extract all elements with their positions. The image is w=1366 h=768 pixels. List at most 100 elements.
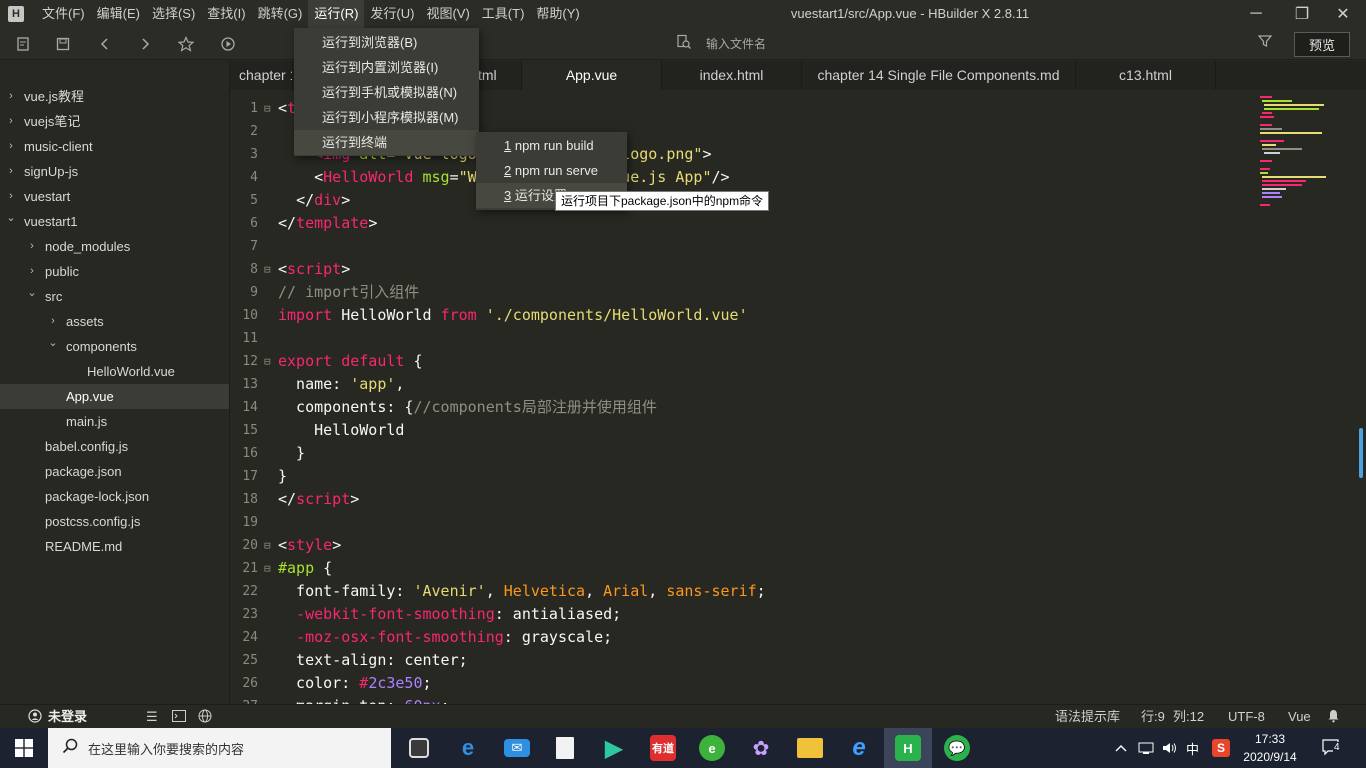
- user-avatar-icon[interactable]: [28, 705, 42, 729]
- tab-chapter-14-md[interactable]: chapter 14 Single File Components.md: [802, 61, 1076, 90]
- ie-app-icon[interactable]: e: [835, 728, 883, 768]
- code-line[interactable]: 6 </template>: [230, 212, 1256, 235]
- cursor-line[interactable]: 行:9: [1141, 705, 1165, 729]
- code-line[interactable]: 26 color: #2c3e50;: [230, 672, 1256, 695]
- save-icon[interactable]: [52, 33, 74, 55]
- language-mode[interactable]: Vue: [1288, 705, 1311, 729]
- syntax-hint-library[interactable]: 语法提示库: [1055, 705, 1120, 729]
- menu-run[interactable]: 运行(R): [308, 0, 365, 28]
- tree-item-signup-js[interactable]: › signUp-js: [0, 159, 229, 184]
- menu-publish[interactable]: 发行(U): [364, 0, 420, 28]
- terminal-icon[interactable]: [172, 705, 186, 729]
- edge-app-icon[interactable]: e: [444, 728, 492, 768]
- fold-toggle-icon[interactable]: ⊟: [264, 557, 271, 580]
- code-line[interactable]: 12 ⊟ export default {: [230, 350, 1256, 373]
- menu-tools[interactable]: 工具(T): [476, 0, 531, 28]
- fold-toggle-icon[interactable]: ⊟: [264, 534, 271, 557]
- fold-toggle-icon[interactable]: ⊟: [264, 258, 271, 281]
- tab-c13-html[interactable]: c13.html: [1076, 61, 1216, 90]
- code-line[interactable]: 8 ⊟ <script>: [230, 258, 1256, 281]
- run-menu-builtin-browser[interactable]: 运行到内置浏览器(I): [294, 55, 479, 80]
- tree-item-music-client[interactable]: › music-client: [0, 134, 229, 159]
- editor-scrollbar[interactable]: [1356, 90, 1366, 704]
- globe-icon[interactable]: [198, 705, 212, 729]
- tab-chapter[interactable]: chapter 1: [229, 61, 293, 90]
- store-app-icon[interactable]: [395, 728, 443, 768]
- minimap[interactable]: [1256, 90, 1352, 704]
- tree-item-main-js[interactable]: main.js: [0, 409, 229, 434]
- login-status[interactable]: 未登录: [48, 705, 87, 729]
- code-editor[interactable]: 1⊟<t23 <img alt="Vue logo" src="./assets…: [230, 90, 1256, 704]
- code-line[interactable]: 22 font-family: 'Avenir', Helvetica, Ari…: [230, 580, 1256, 603]
- file-search-input[interactable]: [706, 32, 1106, 56]
- code-line[interactable]: 4 <HelloWorld msg="Welcome to Your Vue.j…: [230, 166, 1256, 189]
- code-line[interactable]: 21 ⊟ #app {: [230, 557, 1256, 580]
- code-line[interactable]: 7: [230, 235, 1256, 258]
- fold-toggle-icon[interactable]: ⊟: [264, 97, 271, 120]
- tree-item-vuejs-tutorial[interactable]: › vue.js教程: [0, 84, 229, 109]
- submenu-npm-serve[interactable]: 2 npm run serve: [476, 158, 627, 183]
- run-menu-terminal[interactable]: 运行到终端: [294, 130, 479, 155]
- menu-select[interactable]: 选择(S): [146, 0, 201, 28]
- code-line[interactable]: 19: [230, 511, 1256, 534]
- network-icon[interactable]: [1138, 728, 1154, 768]
- youdao-app-icon[interactable]: 有道: [639, 728, 687, 768]
- minimize-button[interactable]: ─: [1233, 0, 1279, 28]
- menu-edit[interactable]: 编辑(E): [91, 0, 146, 28]
- cursor-column[interactable]: 列:12: [1173, 705, 1204, 729]
- tree-item-src[interactable]: ⌄ src: [0, 284, 229, 309]
- video-player-icon[interactable]: ▶: [590, 728, 638, 768]
- back-icon[interactable]: [94, 33, 116, 55]
- tree-item-node-modules[interactable]: › node_modules: [0, 234, 229, 259]
- encoding[interactable]: UTF-8: [1228, 705, 1265, 729]
- new-file-icon[interactable]: [12, 33, 34, 55]
- close-button[interactable]: ✕: [1320, 0, 1366, 28]
- scrollbar-thumb[interactable]: [1359, 428, 1363, 478]
- ime-indicator[interactable]: 中: [1186, 728, 1199, 768]
- tab-index-html[interactable]: index.html: [662, 61, 802, 90]
- volume-icon[interactable]: [1162, 728, 1178, 768]
- fold-toggle-icon[interactable]: ⊟: [264, 350, 271, 373]
- menu-help[interactable]: 帮助(Y): [530, 0, 585, 28]
- code-line[interactable]: 15 HelloWorld: [230, 419, 1256, 442]
- code-line[interactable]: 9 // import引入组件: [230, 281, 1256, 304]
- tree-item-assets[interactable]: › assets: [0, 309, 229, 334]
- tree-item-vuestart[interactable]: › vuestart: [0, 184, 229, 209]
- run-menu-browser[interactable]: 运行到浏览器(B): [294, 30, 479, 55]
- filter-icon[interactable]: [1257, 34, 1273, 51]
- taskbar-search-box[interactable]: 在这里输入你要搜索的内容: [48, 728, 391, 768]
- hbuilder-app-icon[interactable]: H: [884, 728, 932, 768]
- menu-view[interactable]: 视图(V): [420, 0, 475, 28]
- file-explorer-icon[interactable]: [786, 728, 834, 768]
- submenu-npm-build[interactable]: 1 npm run build: [476, 133, 627, 158]
- mail-app-icon[interactable]: ✉: [493, 728, 541, 768]
- windows-start-icon[interactable]: [0, 728, 48, 768]
- tab-app-vue[interactable]: App.vue: [522, 61, 662, 90]
- menu-goto[interactable]: 跳转(G): [252, 0, 309, 28]
- wechat-app-icon[interactable]: 💬: [933, 728, 981, 768]
- taskbar-clock[interactable]: 17:33 2020/9/14: [1230, 730, 1310, 766]
- code-line[interactable]: 27 margin-top: 60px;: [230, 695, 1256, 704]
- star-icon[interactable]: [175, 33, 197, 55]
- forward-icon[interactable]: [134, 33, 156, 55]
- maximize-button[interactable]: ❐: [1279, 0, 1325, 28]
- notification-center-icon[interactable]: 4: [1322, 728, 1342, 768]
- notepad-app-icon[interactable]: [541, 728, 589, 768]
- preview-button[interactable]: 预览: [1294, 32, 1350, 57]
- menu-file[interactable]: 文件(F): [36, 0, 91, 28]
- tree-item-vuejs-notes[interactable]: › vuejs笔记: [0, 109, 229, 134]
- code-line[interactable]: 11: [230, 327, 1256, 350]
- run-menu-phone-emulator[interactable]: 运行到手机或模拟器(N): [294, 80, 479, 105]
- browser-360-icon[interactable]: e: [688, 728, 736, 768]
- run-menu-miniprogram[interactable]: 运行到小程序模拟器(M): [294, 105, 479, 130]
- tray-chevron-up-icon[interactable]: [1114, 728, 1128, 768]
- code-line[interactable]: 25 text-align: center;: [230, 649, 1256, 672]
- tree-item-helloworld-vue[interactable]: HelloWorld.vue: [0, 359, 229, 384]
- code-line[interactable]: 20 ⊟ <style>: [230, 534, 1256, 557]
- code-line[interactable]: 13 name: 'app',: [230, 373, 1256, 396]
- code-line[interactable]: 24 -moz-osx-font-smoothing: grayscale;: [230, 626, 1256, 649]
- tree-item-babel-config[interactable]: babel.config.js: [0, 434, 229, 459]
- code-line[interactable]: 23 -webkit-font-smoothing: antialiased;: [230, 603, 1256, 626]
- tree-item-readme[interactable]: README.md: [0, 534, 229, 559]
- paint-app-icon[interactable]: ✿: [737, 728, 785, 768]
